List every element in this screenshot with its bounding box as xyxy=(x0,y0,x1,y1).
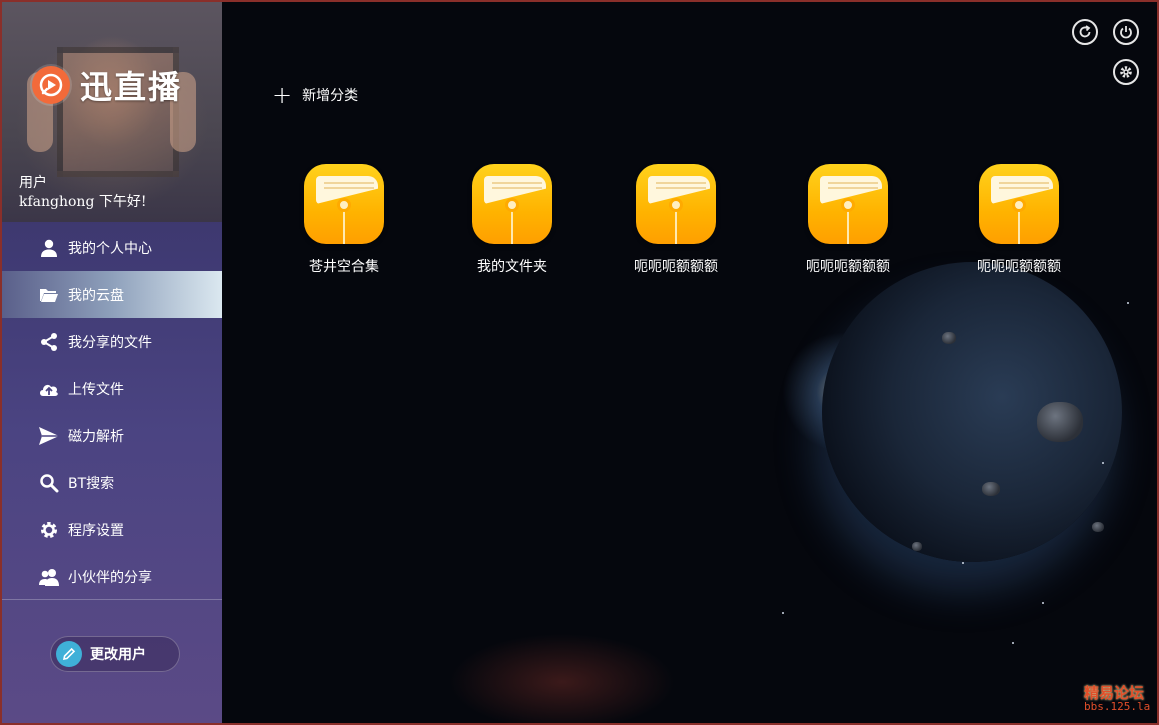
folder-item[interactable]: 我的文件夹 xyxy=(447,164,577,276)
star xyxy=(1127,302,1129,304)
asteroid xyxy=(942,332,956,344)
folder-icon xyxy=(636,164,716,244)
star xyxy=(1102,462,1104,464)
friends-icon xyxy=(38,566,60,588)
sidebar-menu: 我的个人中心 我的云盘 我分享的文件 上传文件 磁力解析 BT搜索 程序设置 小… xyxy=(2,224,222,600)
star xyxy=(782,612,784,614)
sidebar-divider xyxy=(2,599,222,600)
sidebar-item-magnet[interactable]: 磁力解析 xyxy=(2,412,222,459)
sidebar-item-label: 我的个人中心 xyxy=(68,240,152,257)
folder-label: 我的文件夹 xyxy=(477,259,547,275)
add-category-label: 新增分类 xyxy=(302,88,359,104)
refresh-icon xyxy=(1078,25,1092,39)
sidebar-item-my-cloud[interactable]: 我的云盘 xyxy=(2,271,222,318)
sidebar-item-upload[interactable]: 上传文件 xyxy=(2,365,222,412)
cloud-upload-icon xyxy=(38,378,60,400)
app-window: 迅直播 用户 kfanghong 下午好! 我的个人中心 我的云盘 我分享的文件… xyxy=(0,0,1159,725)
plus-icon: + xyxy=(272,81,293,109)
star xyxy=(962,562,964,564)
asteroid xyxy=(1037,402,1083,442)
app-logo-text: 迅直播 xyxy=(80,68,183,106)
sidebar: 迅直播 用户 kfanghong 下午好! 我的个人中心 我的云盘 我分享的文件… xyxy=(2,2,222,723)
star xyxy=(1012,642,1014,644)
asteroid xyxy=(982,482,1000,496)
sidebar-item-label: 小伙伴的分享 xyxy=(68,569,152,586)
sidebar-item-label: 程序设置 xyxy=(68,522,124,539)
folder-icon xyxy=(979,164,1059,244)
share-icon xyxy=(38,331,60,353)
change-user-button[interactable]: 更改用户 xyxy=(50,636,180,672)
sidebar-item-settings[interactable]: 程序设置 xyxy=(2,506,222,553)
settings-button[interactable] xyxy=(1113,59,1139,85)
sidebar-item-label: BT搜索 xyxy=(68,475,115,492)
watermark-url: bbs.125.la xyxy=(1084,700,1151,713)
sidebar-item-personal-center[interactable]: 我的个人中心 xyxy=(2,224,222,271)
folder-icon xyxy=(472,164,552,244)
pencil-icon xyxy=(56,641,82,667)
sidebar-item-label: 磁力解析 xyxy=(68,428,124,445)
user-icon xyxy=(38,237,60,259)
folder-icon xyxy=(304,164,384,244)
gear-icon xyxy=(1119,65,1133,79)
sidebar-item-label: 上传文件 xyxy=(68,381,124,398)
search-icon xyxy=(38,472,60,494)
sidebar-item-label: 我分享的文件 xyxy=(68,334,152,351)
asteroid xyxy=(1092,522,1104,532)
power-icon xyxy=(1119,25,1133,39)
folder-item[interactable]: 苍井空合集 xyxy=(279,164,409,276)
folder-item[interactable]: 呃呃呃额额额 xyxy=(954,164,1084,276)
folder-item[interactable]: 呃呃呃额额额 xyxy=(611,164,741,276)
folder-label: 呃呃呃额额额 xyxy=(634,259,718,275)
app-logo: 迅直播 xyxy=(32,62,182,108)
main-content: + 新增分类 苍井空合集 我的文件夹 呃呃呃额额额 呃呃呃额额额 呃呃呃额额额 … xyxy=(222,2,1157,723)
folder-label: 呃呃呃额额额 xyxy=(977,259,1061,275)
asteroid xyxy=(912,542,922,551)
sidebar-item-shared-files[interactable]: 我分享的文件 xyxy=(2,318,222,365)
folder-item[interactable]: 呃呃呃额额额 xyxy=(783,164,913,276)
folder-label: 呃呃呃额额额 xyxy=(806,259,890,275)
sidebar-item-friends-share[interactable]: 小伙伴的分享 xyxy=(2,553,222,600)
profile-banner: 迅直播 用户 kfanghong 下午好! xyxy=(2,2,222,222)
user-greeting: kfanghong 下午好! xyxy=(19,194,147,210)
folder-open-icon xyxy=(38,284,60,306)
star xyxy=(1042,602,1044,604)
paper-plane-icon xyxy=(38,425,60,447)
refresh-button[interactable] xyxy=(1072,19,1098,45)
change-user-label: 更改用户 xyxy=(90,647,146,663)
sidebar-item-bt-search[interactable]: BT搜索 xyxy=(2,459,222,506)
play-logo-icon xyxy=(32,66,70,104)
gear-icon xyxy=(38,519,60,541)
folder-label: 苍井空合集 xyxy=(309,259,379,275)
folder-icon xyxy=(808,164,888,244)
sidebar-item-label: 我的云盘 xyxy=(68,287,124,304)
add-category-button[interactable]: + 新增分类 xyxy=(272,81,359,109)
power-button[interactable] xyxy=(1113,19,1139,45)
user-label: 用户 xyxy=(19,175,47,191)
